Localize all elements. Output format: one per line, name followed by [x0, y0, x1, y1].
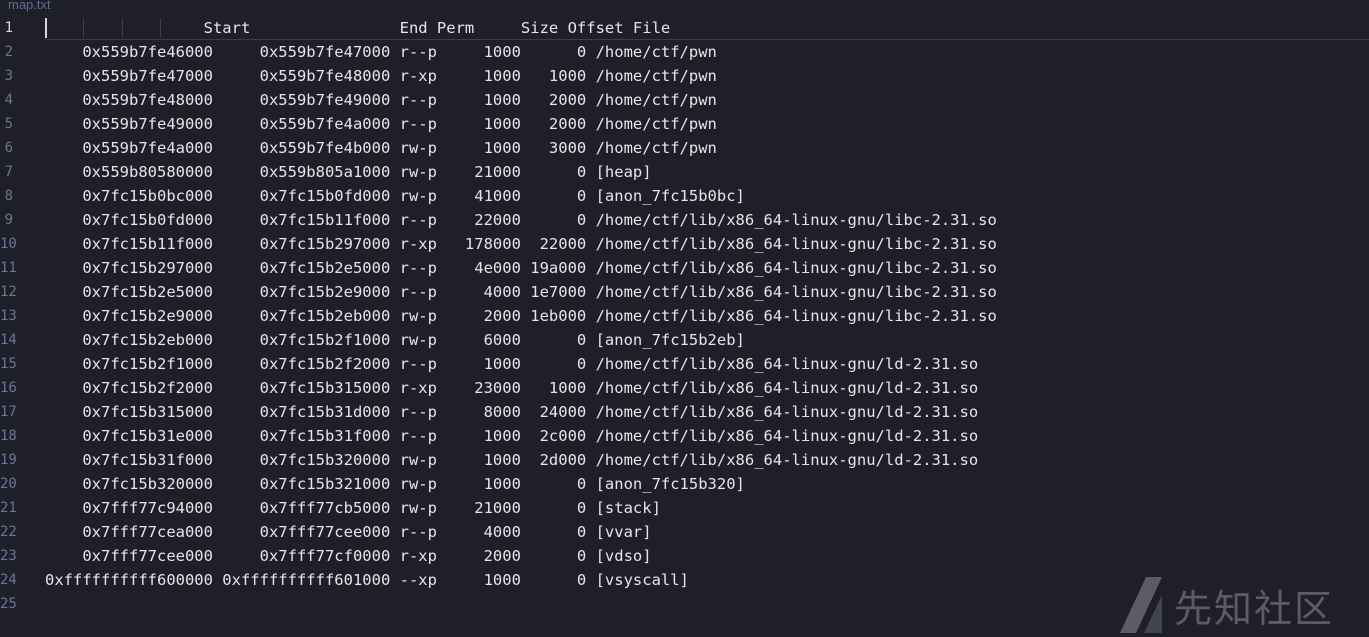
line-number: 1	[4, 20, 13, 36]
line-number: 18	[0, 428, 17, 444]
editor-line[interactable]: 2 0x559b7fe46000 0x559b7fe47000 r--p 100…	[0, 40, 1369, 64]
line-text: 0x7fc15b2f1000 0x7fc15b2f2000 r--p 1000 …	[45, 355, 979, 373]
line-number: 15	[0, 356, 17, 372]
line-text: 0x7fff77c94000 0x7fff77cb5000 rw-p 21000…	[45, 499, 661, 517]
editor-line[interactable]: 14 0x7fc15b2eb000 0x7fc15b2f1000 rw-p 60…	[0, 328, 1369, 352]
editor-line[interactable]: 18 0x7fc15b31e000 0x7fc15b31f000 r--p 10…	[0, 424, 1369, 448]
editor-line[interactable]: 23 0x7fff77cee000 0x7fff77cf0000 r-xp 20…	[0, 544, 1369, 568]
line-number: 22	[0, 524, 17, 540]
line-number: 20	[0, 476, 17, 492]
editor-line[interactable]: 5 0x559b7fe49000 0x559b7fe4a000 r--p 100…	[0, 112, 1369, 136]
editor-line[interactable]: 9 0x7fc15b0fd000 0x7fc15b11f000 r--p 220…	[0, 208, 1369, 232]
line-text: 0x7fc15b31e000 0x7fc15b31f000 r--p 1000 …	[45, 427, 979, 445]
line-text: 0x7fff77cea000 0x7fff77cee000 r--p 4000 …	[45, 523, 652, 541]
watermark-text: 先知社区	[1174, 586, 1335, 631]
editor-line[interactable]: 6 0x559b7fe4a000 0x559b7fe4b000 rw-p 100…	[0, 136, 1369, 160]
editor-line[interactable]: 3 0x559b7fe47000 0x559b7fe48000 r-xp 100…	[0, 64, 1369, 88]
line-text: 0x7fc15b11f000 0x7fc15b297000 r-xp 17800…	[45, 235, 997, 253]
line-text: 0x559b80580000 0x559b805a1000 rw-p 21000…	[45, 163, 652, 181]
editor-line[interactable]: 4 0x559b7fe48000 0x559b7fe49000 r--p 100…	[0, 88, 1369, 112]
line-number: 16	[0, 380, 17, 396]
line-text: 0xffffffffff600000 0xffffffffff601000 --…	[45, 571, 689, 589]
line-number: 4	[4, 92, 13, 108]
editor-line[interactable]: 22 0x7fff77cea000 0x7fff77cee000 r--p 40…	[0, 520, 1369, 544]
editor-line[interactable]: 1 Start End Perm Size Offset File	[0, 16, 1369, 40]
editor-line[interactable]: 7 0x559b80580000 0x559b805a1000 rw-p 210…	[0, 160, 1369, 184]
line-number: 2	[4, 44, 13, 60]
line-text: 0x559b7fe47000 0x559b7fe48000 r-xp 1000 …	[45, 67, 717, 85]
line-number: 24	[0, 572, 17, 588]
line-number: 6	[4, 140, 13, 156]
line-number: 23	[0, 548, 17, 564]
line-number: 21	[0, 500, 17, 516]
slash-logo-icon	[1120, 577, 1162, 633]
editor-line[interactable]: 12 0x7fc15b2e5000 0x7fc15b2e9000 r--p 40…	[0, 280, 1369, 304]
line-number: 3	[4, 68, 13, 84]
text-editor[interactable]: 1 Start End Perm Size Offset File 2 0x559…	[0, 16, 1369, 637]
line-text: 0x559b7fe46000 0x559b7fe47000 r--p 1000 …	[45, 43, 717, 61]
line-number: 12	[0, 284, 17, 300]
line-text: 0x7fc15b315000 0x7fc15b31d000 r--p 8000 …	[45, 403, 979, 421]
line-number: 14	[0, 332, 17, 348]
editor-line[interactable]: 20 0x7fc15b320000 0x7fc15b321000 rw-p 10…	[0, 472, 1369, 496]
line-text: 0x7fc15b31f000 0x7fc15b320000 rw-p 1000 …	[45, 451, 979, 469]
line-number: 8	[4, 188, 13, 204]
line-number: 7	[4, 164, 13, 180]
line-number: 17	[0, 404, 17, 420]
line-text: 0x559b7fe48000 0x559b7fe49000 r--p 1000 …	[45, 91, 717, 109]
line-text: 0x7fc15b0bc000 0x7fc15b0fd000 rw-p 41000…	[45, 187, 745, 205]
line-text: 0x7fc15b2e9000 0x7fc15b2eb000 rw-p 2000 …	[45, 307, 997, 325]
watermark: 先知社区	[1118, 575, 1334, 635]
line-text: 0x7fc15b2eb000 0x7fc15b2f1000 rw-p 6000 …	[45, 331, 745, 349]
line-text: 0x559b7fe49000 0x559b7fe4a000 r--p 1000 …	[45, 115, 717, 133]
line-text: 0x7fc15b320000 0x7fc15b321000 rw-p 1000 …	[45, 475, 745, 493]
editor-line[interactable]: 19 0x7fc15b31f000 0x7fc15b320000 rw-p 10…	[0, 448, 1369, 472]
line-number: 25	[0, 596, 17, 612]
line-text: Start End Perm Size Offset File	[45, 19, 671, 37]
line-text: 0x7fc15b2e5000 0x7fc15b2e9000 r--p 4000 …	[45, 283, 997, 301]
editor-line[interactable]: 15 0x7fc15b2f1000 0x7fc15b2f2000 r--p 10…	[0, 352, 1369, 376]
line-text: 0x7fc15b297000 0x7fc15b2e5000 r--p 4e000…	[45, 259, 997, 277]
editor-line[interactable]: 10 0x7fc15b11f000 0x7fc15b297000 r-xp 17…	[0, 232, 1369, 256]
line-number: 9	[4, 212, 13, 228]
editor-line[interactable]: 21 0x7fff77c94000 0x7fff77cb5000 rw-p 21…	[0, 496, 1369, 520]
file-tab-title[interactable]: map.txt	[8, 0, 51, 12]
editor-line[interactable]: 13 0x7fc15b2e9000 0x7fc15b2eb000 rw-p 20…	[0, 304, 1369, 328]
editor-line[interactable]: 11 0x7fc15b297000 0x7fc15b2e5000 r--p 4e…	[0, 256, 1369, 280]
line-text: 0x7fff77cee000 0x7fff77cf0000 r-xp 2000 …	[45, 547, 652, 565]
line-number: 11	[0, 260, 17, 276]
editor-line[interactable]: 8 0x7fc15b0bc000 0x7fc15b0fd000 rw-p 410…	[0, 184, 1369, 208]
editor-line[interactable]: 17 0x7fc15b315000 0x7fc15b31d000 r--p 80…	[0, 400, 1369, 424]
line-text: 0x7fc15b2f2000 0x7fc15b315000 r-xp 23000…	[45, 379, 979, 397]
line-text: 0x7fc15b0fd000 0x7fc15b11f000 r--p 22000…	[45, 211, 997, 229]
line-number: 10	[0, 236, 17, 252]
line-number: 13	[0, 308, 17, 324]
editor-line[interactable]: 16 0x7fc15b2f2000 0x7fc15b315000 r-xp 23…	[0, 376, 1369, 400]
line-number: 5	[4, 116, 13, 132]
line-text: 0x559b7fe4a000 0x559b7fe4b000 rw-p 1000 …	[45, 139, 717, 157]
line-number: 19	[0, 452, 17, 468]
